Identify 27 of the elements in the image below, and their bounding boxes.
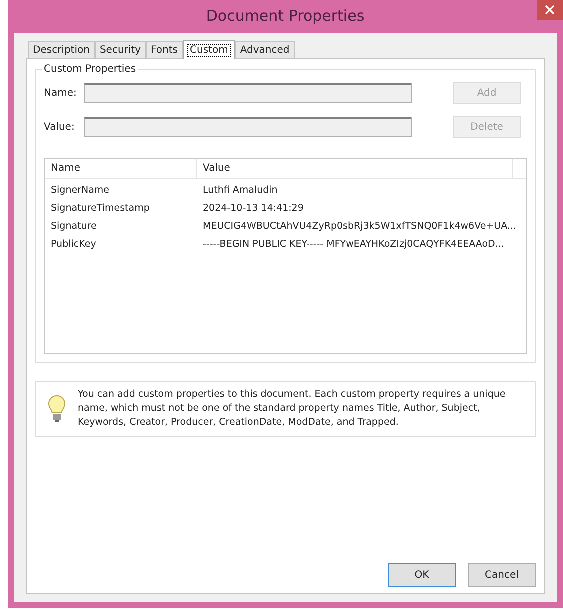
column-header[interactable]: Name <box>45 159 197 178</box>
table-cell-text: 2024-10-13 14:41:29 <box>202 202 305 216</box>
tab[interactable]: Fonts <box>146 41 184 58</box>
table-cell-text: Signature <box>50 220 98 234</box>
close-button[interactable] <box>537 0 563 20</box>
table-cell-text: -----BEGIN PUBLIC KEY----- MFYwEAYHKoZIzj0CAQYFK4EEAAoD... <box>202 238 506 252</box>
table-cell-text: PublicKey <box>50 238 98 252</box>
tab[interactable]: Custom <box>183 40 236 59</box>
dialog-button[interactable]: OK <box>388 563 456 587</box>
table-cell-text: SignerName <box>50 184 110 198</box>
table-cell-text: Luthfi Amaludin <box>202 184 279 198</box>
input-field[interactable] <box>84 117 412 137</box>
input-field[interactable] <box>84 83 412 103</box>
group-title: Custom Properties <box>42 62 138 77</box>
field-label: Name: <box>44 86 78 100</box>
lightbulb-icon <box>48 395 66 423</box>
tab[interactable]: Security <box>94 41 146 58</box>
field-label: Value: <box>44 120 76 134</box>
info-text: You can add custom properties to this document. Each custom property requires a unique name, which must not be one of the standard property names Title, Author, Subject, Keywords, Creator, Producer, CreationDate, ModDate, and Trapped. <box>78 388 507 430</box>
table-cell-text: MEUCIG4WBUCtAhVU4ZyRp0sbRj3k5W1xfTSNQ0F1k4w6Ve+UA... <box>202 220 518 234</box>
table-cell-text: SignatureTimestamp <box>50 202 151 216</box>
column-header[interactable]: Value <box>197 159 513 178</box>
window-title: Document Properties <box>205 6 366 28</box>
dialog-button[interactable]: Cancel <box>468 563 536 587</box>
close-icon <box>545 5 555 15</box>
tab[interactable]: Description <box>28 41 95 58</box>
tab[interactable]: Advanced <box>235 41 295 58</box>
